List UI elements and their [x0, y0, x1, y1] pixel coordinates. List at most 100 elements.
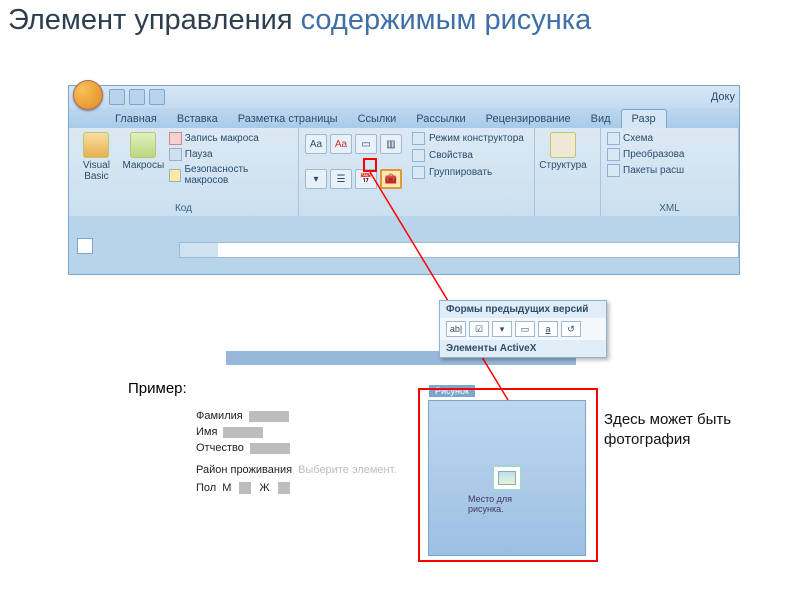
callout-marker: [363, 158, 377, 172]
code-small-items: Запись макроса Пауза Безопасность макрос…: [169, 132, 292, 201]
plain-text-control[interactable]: Aa: [330, 134, 352, 154]
title-part: Элемент управления: [8, 4, 301, 36]
district-label: Район проживания: [196, 464, 292, 476]
schema-button[interactable]: Схема: [607, 132, 684, 145]
tab-mailings[interactable]: Рассылки: [406, 110, 475, 128]
tab-layout[interactable]: Разметка страницы: [228, 110, 348, 128]
properties-button[interactable]: Свойства: [412, 149, 524, 162]
undo-icon[interactable]: [129, 89, 145, 105]
legacy-dropdown[interactable]: ▾: [492, 321, 512, 337]
group-ctl-label: Группировать: [429, 167, 492, 178]
callout-highlight-box: [418, 388, 598, 562]
packs-label: Пакеты расш: [623, 165, 684, 176]
macros-button[interactable]: Макросы: [122, 132, 165, 201]
legacy-tools-dropdown: Формы предыдущих версий ab| ☑ ▾ ▭ a ↺ Эл…: [439, 300, 607, 358]
sex-f-label: Ж: [259, 482, 269, 494]
record-macro-button[interactable]: Запись макроса: [169, 132, 292, 145]
design-label: Режим конструктора: [429, 133, 524, 144]
transform-label: Преобразова: [623, 149, 684, 160]
dropdown-control[interactable]: ☰: [330, 169, 352, 189]
group-title-xml: XML: [607, 201, 732, 214]
horizontal-ruler[interactable]: [179, 242, 739, 258]
surname-field[interactable]: [249, 411, 289, 422]
rich-text-control[interactable]: Aa: [305, 134, 327, 154]
patronymic-field[interactable]: [250, 443, 290, 454]
tab-review[interactable]: Рецензирование: [476, 110, 581, 128]
redo-icon[interactable]: [149, 89, 165, 105]
surname-label: Фамилия: [196, 410, 243, 422]
sex-label: Пол: [196, 482, 216, 494]
group-structure: Структура: [535, 128, 601, 216]
group-controls: Aa Aa ▭ ▥ ▾ ☰ 📅 🧰 Режим конструктора Сво…: [299, 128, 535, 216]
record-label: Запись макроса: [185, 133, 259, 144]
example-label: Пример:: [128, 380, 187, 397]
name-field[interactable]: [223, 427, 263, 438]
quick-access-toolbar: [109, 89, 165, 105]
name-label: Имя: [196, 426, 217, 438]
group-title-code: Код: [75, 201, 292, 214]
document-title: Доку: [711, 91, 739, 103]
schema-icon: [607, 132, 620, 145]
ribbon-tabs: Главная Вставка Разметка страницы Ссылки…: [69, 108, 739, 128]
ruler-area: Формы предыдущих версий ab| ☑ ▾ ▭ a ↺ Эл…: [69, 216, 739, 274]
visual-basic-button[interactable]: Visual Basic: [75, 132, 118, 201]
tab-references[interactable]: Ссылки: [348, 110, 407, 128]
transform-icon: [607, 148, 620, 161]
transform-button[interactable]: Преобразова: [607, 148, 684, 161]
legacy-frame[interactable]: ▭: [515, 321, 535, 337]
sex-m-label: М: [222, 482, 231, 494]
group-code: Visual Basic Макросы Запись макроса Пауз…: [69, 128, 299, 216]
group-title-controls: [305, 201, 528, 214]
legacy-tools-button[interactable]: 🧰: [380, 169, 402, 189]
group-icon: [412, 166, 425, 179]
tab-view[interactable]: Вид: [581, 110, 621, 128]
vb-icon: [83, 132, 109, 158]
macro-security-button[interactable]: Безопасность макросов: [169, 164, 292, 186]
legacy-checkbox[interactable]: ☑: [469, 321, 489, 337]
save-icon[interactable]: [109, 89, 125, 105]
warning-icon: [169, 169, 182, 182]
structure-button[interactable]: Структура: [541, 132, 585, 201]
office-button[interactable]: [73, 80, 103, 110]
macros-label: Макросы: [122, 160, 164, 171]
tab-home[interactable]: Главная: [105, 110, 167, 128]
titlebar: Доку: [69, 86, 739, 108]
expansion-packs-button[interactable]: Пакеты расш: [607, 164, 684, 177]
pause-button[interactable]: Пауза: [169, 148, 292, 161]
activex-header: Элементы ActiveX: [440, 340, 606, 357]
picture-content-control[interactable]: ▭: [355, 134, 377, 154]
slide-title: Элемент управления содержимым рисунка: [0, 0, 800, 49]
design-mode-button[interactable]: Режим конструктора: [412, 132, 524, 145]
tab-insert[interactable]: Вставка: [167, 110, 228, 128]
legacy-reset[interactable]: ↺: [561, 321, 581, 337]
patronymic-label: Отчество: [196, 442, 244, 454]
legacy-text-field[interactable]: ab|: [446, 321, 466, 337]
legacy-shading[interactable]: a: [538, 321, 558, 337]
pause-label: Пауза: [185, 149, 213, 160]
margin-selector[interactable]: [77, 238, 93, 254]
packs-icon: [607, 164, 620, 177]
structure-icon: [550, 132, 576, 158]
district-placeholder[interactable]: Выберите элемент.: [298, 464, 396, 476]
controls-palette: Aa Aa ▭ ▥ ▾ ☰ 📅 🧰: [305, 132, 402, 201]
date-picker-control[interactable]: 📅: [355, 169, 377, 189]
tab-developer[interactable]: Разр: [621, 109, 667, 128]
macros-icon: [130, 132, 156, 158]
sex-f-checkbox[interactable]: [278, 482, 290, 494]
combo-box-control[interactable]: ▾: [305, 169, 327, 189]
structure-label: Структура: [539, 160, 586, 171]
controls-side: Режим конструктора Свойства Группировать: [412, 132, 524, 201]
record-icon: [169, 132, 182, 145]
vb-label: Visual Basic: [75, 160, 118, 182]
legacy-forms-header: Формы предыдущих версий: [440, 301, 606, 318]
ribbon: Visual Basic Макросы Запись макроса Пауз…: [69, 128, 739, 216]
building-block-control[interactable]: ▥: [380, 134, 402, 154]
word-app-window: Доку Главная Вставка Разметка страницы С…: [68, 85, 740, 275]
design-icon: [412, 132, 425, 145]
side-annotation: Здесь может быть фотография: [604, 410, 800, 449]
schema-label: Схема: [623, 133, 653, 144]
title-emphasis: содержимым рисунка: [301, 4, 592, 36]
group-xml: Схема Преобразова Пакеты расш XML: [601, 128, 739, 216]
sex-m-checkbox[interactable]: [239, 482, 251, 494]
group-control-button[interactable]: Группировать: [412, 166, 524, 179]
